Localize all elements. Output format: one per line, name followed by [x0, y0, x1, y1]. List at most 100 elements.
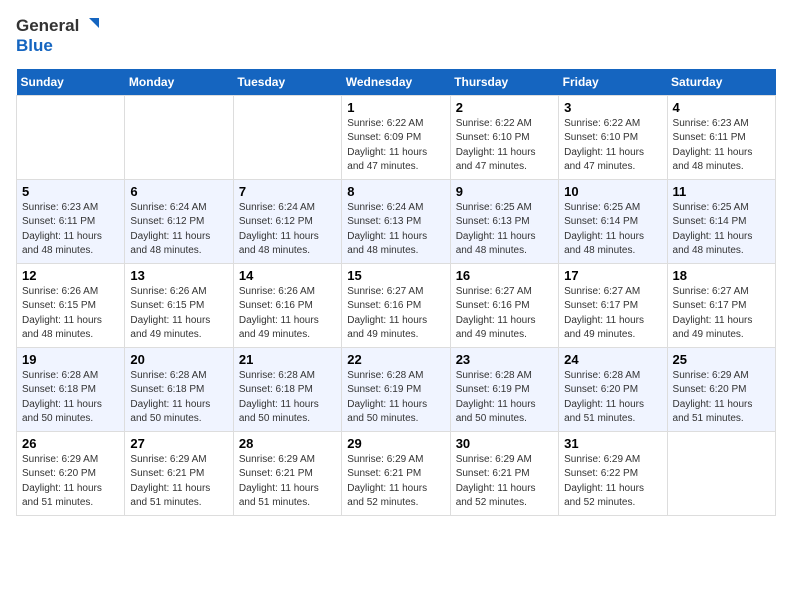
calendar-cell: 27 Sunrise: 6:29 AMSunset: 6:21 PMDayligh…: [125, 431, 233, 515]
day-detail: Sunrise: 6:29 AMSunset: 6:22 PMDaylight:…: [564, 453, 661, 511]
calendar-cell: 23 Sunrise: 6:28 AMSunset: 6:19 PMDayligh…: [450, 347, 558, 431]
calendar-cell: 5 Sunrise: 6:23 AMSunset: 6:11 PMDaylight…: [17, 179, 125, 263]
day-detail: Sunrise: 6:26 AMSunset: 6:15 PMDaylight:…: [130, 285, 227, 343]
day-detail: Sunrise: 6:24 AMSunset: 6:13 PMDaylight:…: [347, 201, 444, 259]
calendar-cell: 11Sunrise: 6:25 AMSunset: 6:14 PMDayligh…: [667, 179, 775, 263]
calendar-cell: [125, 95, 233, 179]
logo: General Blue: [16, 16, 101, 57]
calendar-cell: 22 Sunrise: 6:28 AMSunset: 6:19 PMDayligh…: [342, 347, 450, 431]
day-number: 27: [130, 436, 227, 451]
day-detail: Sunrise: 6:29 AMSunset: 6:21 PMDaylight:…: [239, 453, 336, 511]
calendar-cell: 8 Sunrise: 6:24 AMSunset: 6:13 PMDaylight…: [342, 179, 450, 263]
day-detail: Sunrise: 6:26 AMSunset: 6:16 PMDaylight:…: [239, 285, 336, 343]
calendar-cell: 31 Sunrise: 6:29 AMSunset: 6:22 PMDayligh…: [559, 431, 667, 515]
day-detail: Sunrise: 6:24 AMSunset: 6:12 PMDaylight:…: [130, 201, 227, 259]
day-detail: Sunrise: 6:28 AMSunset: 6:19 PMDaylight:…: [456, 369, 553, 427]
calendar-week-row: 5 Sunrise: 6:23 AMSunset: 6:11 PMDaylight…: [17, 179, 776, 263]
logo-text: General Blue: [16, 16, 101, 57]
day-number: 6: [130, 184, 227, 199]
day-of-week-header: Sunday: [17, 69, 125, 96]
calendar-cell: 9 Sunrise: 6:25 AMSunset: 6:13 PMDaylight…: [450, 179, 558, 263]
calendar-cell: 7 Sunrise: 6:24 AMSunset: 6:12 PMDaylight…: [233, 179, 341, 263]
day-detail: Sunrise: 6:23 AMSunset: 6:11 PMDaylight:…: [22, 201, 119, 259]
day-detail: Sunrise: 6:29 AMSunset: 6:21 PMDaylight:…: [130, 453, 227, 511]
day-number: 4: [673, 100, 770, 115]
day-number: 21: [239, 352, 336, 367]
day-detail: Sunrise: 6:24 AMSunset: 6:12 PMDaylight:…: [239, 201, 336, 259]
day-number: 18: [673, 268, 770, 283]
day-detail: Sunrise: 6:29 AMSunset: 6:21 PMDaylight:…: [456, 453, 553, 511]
logo-chevron-icon: [81, 16, 101, 36]
day-detail: Sunrise: 6:27 AMSunset: 6:16 PMDaylight:…: [347, 285, 444, 343]
calendar-cell: 30 Sunrise: 6:29 AMSunset: 6:21 PMDayligh…: [450, 431, 558, 515]
calendar-cell: [233, 95, 341, 179]
day-detail: Sunrise: 6:28 AMSunset: 6:19 PMDaylight:…: [347, 369, 444, 427]
day-detail: Sunrise: 6:22 AMSunset: 6:10 PMDaylight:…: [564, 117, 661, 175]
day-number: 2: [456, 100, 553, 115]
day-number: 5: [22, 184, 119, 199]
calendar-cell: 14Sunrise: 6:26 AMSunset: 6:16 PMDayligh…: [233, 263, 341, 347]
calendar-week-row: 26 Sunrise: 6:29 AMSunset: 6:20 PMDayligh…: [17, 431, 776, 515]
calendar-week-row: 1 Sunrise: 6:22 AMSunset: 6:09 PMDaylight…: [17, 95, 776, 179]
calendar-header-row: SundayMondayTuesdayWednesdayThursdayFrid…: [17, 69, 776, 96]
day-number: 26: [22, 436, 119, 451]
day-detail: Sunrise: 6:29 AMSunset: 6:20 PMDaylight:…: [673, 369, 770, 427]
calendar-cell: 12 Sunrise: 6:26 AMSunset: 6:15 PMDayligh…: [17, 263, 125, 347]
calendar-cell: 24Sunrise: 6:28 AMSunset: 6:20 PMDayligh…: [559, 347, 667, 431]
day-detail: Sunrise: 6:29 AMSunset: 6:20 PMDaylight:…: [22, 453, 119, 511]
calendar-cell: 1 Sunrise: 6:22 AMSunset: 6:09 PMDaylight…: [342, 95, 450, 179]
calendar-cell: 19 Sunrise: 6:28 AMSunset: 6:18 PMDayligh…: [17, 347, 125, 431]
calendar-cell: 29 Sunrise: 6:29 AMSunset: 6:21 PMDayligh…: [342, 431, 450, 515]
calendar-cell: 25 Sunrise: 6:29 AMSunset: 6:20 PMDayligh…: [667, 347, 775, 431]
calendar-cell: 4 Sunrise: 6:23 AMSunset: 6:11 PMDaylight…: [667, 95, 775, 179]
calendar-cell: 16Sunrise: 6:27 AMSunset: 6:16 PMDayligh…: [450, 263, 558, 347]
day-detail: Sunrise: 6:23 AMSunset: 6:11 PMDaylight:…: [673, 117, 770, 175]
calendar-cell: 18 Sunrise: 6:27 AMSunset: 6:17 PMDayligh…: [667, 263, 775, 347]
day-number: 31: [564, 436, 661, 451]
day-detail: Sunrise: 6:25 AMSunset: 6:13 PMDaylight:…: [456, 201, 553, 259]
day-number: 23: [456, 352, 553, 367]
day-of-week-header: Friday: [559, 69, 667, 96]
day-number: 19: [22, 352, 119, 367]
day-of-week-header: Thursday: [450, 69, 558, 96]
day-detail: Sunrise: 6:26 AMSunset: 6:15 PMDaylight:…: [22, 285, 119, 343]
day-detail: Sunrise: 6:29 AMSunset: 6:21 PMDaylight:…: [347, 453, 444, 511]
calendar-cell: [667, 431, 775, 515]
day-number: 30: [456, 436, 553, 451]
day-number: 12: [22, 268, 119, 283]
day-number: 25: [673, 352, 770, 367]
day-detail: Sunrise: 6:22 AMSunset: 6:09 PMDaylight:…: [347, 117, 444, 175]
day-detail: Sunrise: 6:27 AMSunset: 6:17 PMDaylight:…: [673, 285, 770, 343]
day-of-week-header: Tuesday: [233, 69, 341, 96]
day-number: 11: [673, 184, 770, 199]
day-of-week-header: Wednesday: [342, 69, 450, 96]
day-number: 10: [564, 184, 661, 199]
day-number: 15: [347, 268, 444, 283]
day-number: 16: [456, 268, 553, 283]
day-number: 29: [347, 436, 444, 451]
day-detail: Sunrise: 6:28 AMSunset: 6:20 PMDaylight:…: [564, 369, 661, 427]
calendar-cell: 26 Sunrise: 6:29 AMSunset: 6:20 PMDayligh…: [17, 431, 125, 515]
day-number: 8: [347, 184, 444, 199]
day-detail: Sunrise: 6:28 AMSunset: 6:18 PMDaylight:…: [239, 369, 336, 427]
calendar-cell: 10Sunrise: 6:25 AMSunset: 6:14 PMDayligh…: [559, 179, 667, 263]
day-number: 20: [130, 352, 227, 367]
calendar-cell: 6 Sunrise: 6:24 AMSunset: 6:12 PMDaylight…: [125, 179, 233, 263]
day-detail: Sunrise: 6:27 AMSunset: 6:17 PMDaylight:…: [564, 285, 661, 343]
calendar-week-row: 19 Sunrise: 6:28 AMSunset: 6:18 PMDayligh…: [17, 347, 776, 431]
calendar-week-row: 12 Sunrise: 6:26 AMSunset: 6:15 PMDayligh…: [17, 263, 776, 347]
day-number: 9: [456, 184, 553, 199]
day-detail: Sunrise: 6:22 AMSunset: 6:10 PMDaylight:…: [456, 117, 553, 175]
calendar-cell: 28Sunrise: 6:29 AMSunset: 6:21 PMDayligh…: [233, 431, 341, 515]
page-header: General Blue: [16, 16, 776, 57]
day-detail: Sunrise: 6:28 AMSunset: 6:18 PMDaylight:…: [22, 369, 119, 427]
day-of-week-header: Saturday: [667, 69, 775, 96]
calendar-cell: 13 Sunrise: 6:26 AMSunset: 6:15 PMDayligh…: [125, 263, 233, 347]
day-number: 7: [239, 184, 336, 199]
day-number: 13: [130, 268, 227, 283]
day-number: 1: [347, 100, 444, 115]
day-number: 22: [347, 352, 444, 367]
day-of-week-header: Monday: [125, 69, 233, 96]
calendar-table: SundayMondayTuesdayWednesdayThursdayFrid…: [16, 69, 776, 516]
calendar-cell: 15 Sunrise: 6:27 AMSunset: 6:16 PMDayligh…: [342, 263, 450, 347]
